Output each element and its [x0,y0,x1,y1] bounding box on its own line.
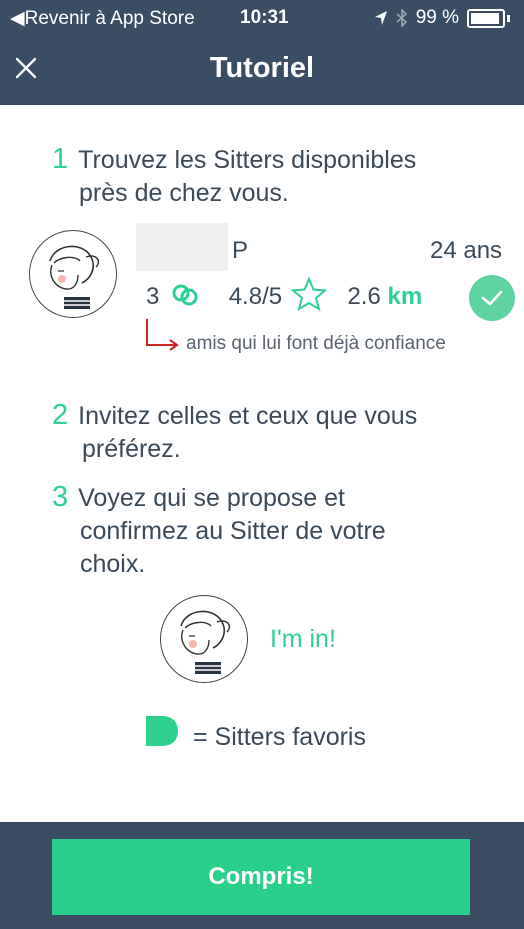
status-time: 10:31 [240,7,289,28]
step-number: 1 [52,143,69,175]
selected-check[interactable] [469,275,515,321]
status-bar: ◀Revenir à App Store 10:31 99 % [0,0,524,36]
back-triangle-icon: ◀ [10,8,25,29]
step-text-line2: préférez. [82,435,181,463]
page-title: Tutoriel [209,52,315,84]
sitter-avatar [29,230,117,318]
im-in-label: I'm in! [270,625,336,653]
sitter-distance: 2.6 [347,283,381,310]
location-arrow-icon [374,11,387,25]
step-1: 1 Trouvez les Sitters disponibles près de… [52,143,416,210]
step-text-line2: près de chez vous. [79,179,289,207]
star-icon [290,276,328,312]
battery-nub [507,14,510,22]
sitter-name-blurred [136,223,228,271]
sitter-illustration-icon [49,245,100,309]
compris-button[interactable]: Compris! [52,839,470,915]
step-text-line1: Voyez qui se propose et [78,484,345,512]
bluetooth-icon [396,9,407,27]
status-right: 99 % [374,7,510,29]
sitter-rating: 4.8/5 [228,283,283,310]
step-text-line2: confirmez au Sitter de votre [80,517,386,545]
step-text-line3: choix. [80,550,146,578]
friends-count: 3 [146,283,160,310]
battery-percent: 99 % [415,7,459,28]
step-number: 2 [52,399,69,431]
battery-icon [467,8,505,28]
step-number: 3 [52,481,69,513]
distance-unit: km [387,283,423,310]
favorites-legend: = Sitters favoris [193,723,366,751]
step-text-line1: Trouvez les Sitters disponibles [78,146,417,174]
step-text-line1: Invitez celles et ceux que vous [78,402,418,430]
sitter-illustration-icon [180,610,231,674]
step-2: 2 Invitez celles et ceux que vous préfére… [52,399,417,466]
top-bar: ◀Revenir à App Store 10:31 99 % Tutoriel [0,0,524,105]
annotation-arrow-icon [146,319,179,351]
sitter-name-initial: P [232,237,249,264]
back-to-app-store-link[interactable]: ◀Revenir à App Store [10,7,195,30]
im-in-avatar [160,595,248,683]
heart-icon [146,716,178,746]
bottom-bar: Compris! [0,822,524,929]
friends-link-icon [172,284,198,306]
tutorial-content: 1 Trouvez les Sitters disponibles près de… [0,105,524,822]
sitter-stats: 3 4.8/5 2.6 km [146,276,423,312]
friends-annotation: amis qui lui font déjà confiance [186,333,446,354]
sitter-age: 24 ans [430,237,503,264]
checkmark-icon [481,290,503,306]
step-3: 3 Voyez qui se propose et confirmez au Si… [52,481,386,581]
